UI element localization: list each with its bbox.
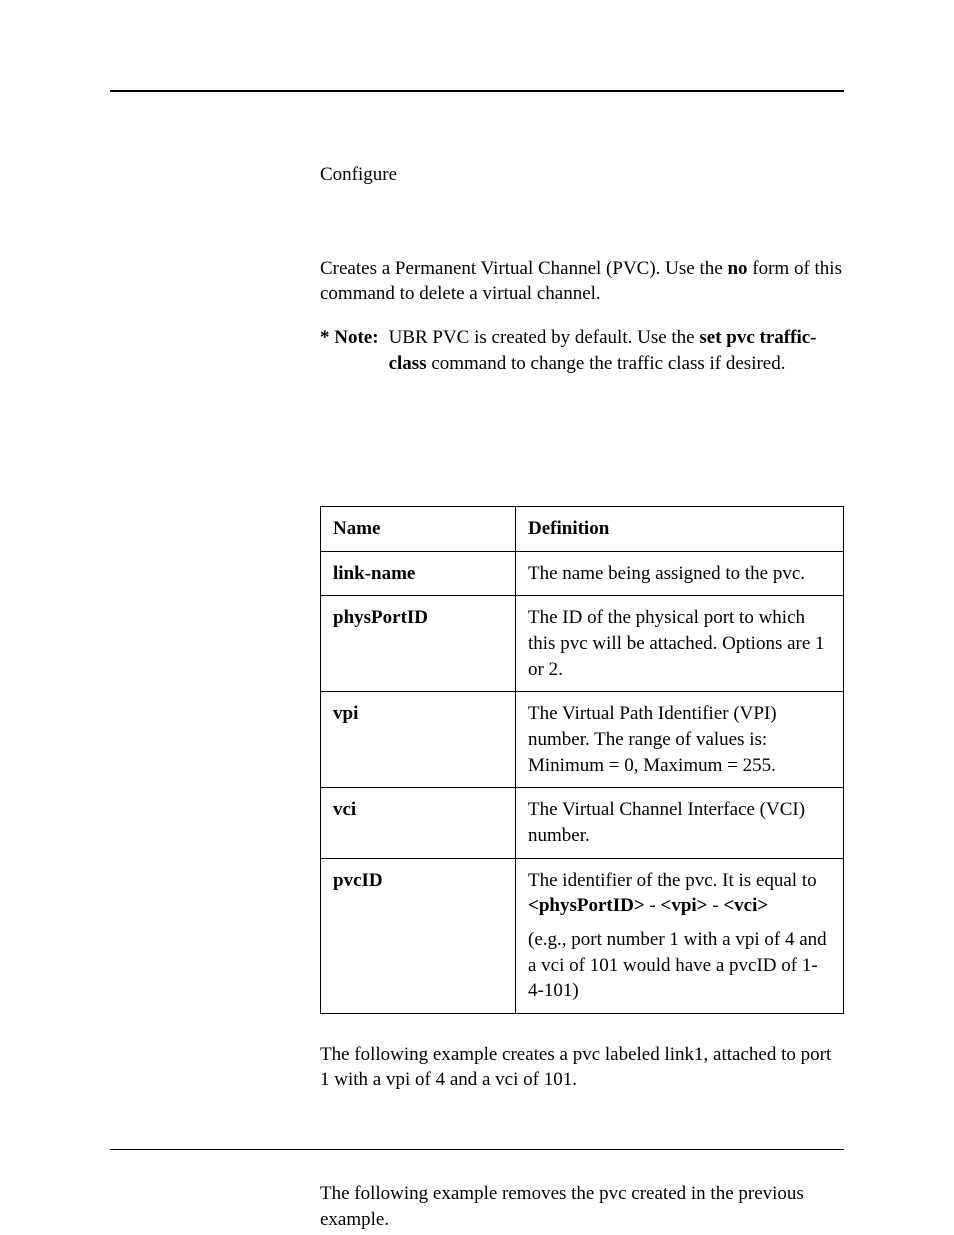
table-row: pvcID The identifier of the pvc. It is e… <box>321 858 844 1013</box>
cell-name: pvcID <box>321 858 516 1013</box>
cell-def: The Virtual Path Identifier (VPI) number… <box>516 692 844 788</box>
parameters-table: Name Definition link-name The name being… <box>320 506 844 1014</box>
cell-name: vci <box>321 788 516 858</box>
pvcid-b2: <vpi> <box>661 895 708 916</box>
table-row: physPortID The ID of the physical port t… <box>321 596 844 692</box>
intro-pre: Creates a Permanent Virtual Channel (PVC… <box>320 258 727 279</box>
header-name: Name <box>321 507 516 552</box>
note-block: * Note: UBR PVC is created by default. U… <box>320 325 844 376</box>
table-row: vci The Virtual Channel Interface (VCI) … <box>321 788 844 858</box>
example1-paragraph: The following example creates a pvc labe… <box>320 1042 844 1093</box>
intro-paragraph: Creates a Permanent Virtual Channel (PVC… <box>320 256 844 307</box>
mode-label: Configure <box>320 162 844 188</box>
pvcid-b1: <physPortID> <box>528 895 645 916</box>
note-text: UBR PVC is created by default. Use the s… <box>389 325 844 376</box>
table-row: link-name The name being assigned to the… <box>321 551 844 596</box>
bottom-rule <box>110 1149 844 1150</box>
cell-name: vpi <box>321 692 516 788</box>
note-label: * Note: <box>320 325 379 376</box>
content-column: Configure Creates a Permanent Virtual Ch… <box>320 162 844 1232</box>
intro-bold-no: no <box>727 258 747 279</box>
pvcid-pre: The identifier of the pvc. It is equal t… <box>528 870 817 891</box>
table-row: vpi The Virtual Path Identifier (VPI) nu… <box>321 692 844 788</box>
cell-def: The Virtual Channel Interface (VCI) numb… <box>516 788 844 858</box>
top-rule <box>110 90 844 92</box>
note-pre: UBR PVC is created by default. Use the <box>389 327 700 348</box>
pvcid-line2: (e.g., port number 1 with a vpi of 4 and… <box>528 927 831 1004</box>
cell-def: The identifier of the pvc. It is equal t… <box>516 858 844 1013</box>
table-header-row: Name Definition <box>321 507 844 552</box>
pvcid-line1: The identifier of the pvc. It is equal t… <box>528 868 831 919</box>
pvcid-b3: <vci> <box>723 895 768 916</box>
cell-name: link-name <box>321 551 516 596</box>
header-definition: Definition <box>516 507 844 552</box>
note-post: command to change the traffic class if d… <box>427 353 786 374</box>
pvcid-m2: - <box>708 895 724 916</box>
cell-name: physPortID <box>321 596 516 692</box>
example2-paragraph: The following example removes the pvc cr… <box>320 1181 844 1232</box>
pvcid-m1: - <box>645 895 661 916</box>
document-page: Configure Creates a Permanent Virtual Ch… <box>0 0 954 1235</box>
cell-def: The name being assigned to the pvc. <box>516 551 844 596</box>
cell-def: The ID of the physical port to which thi… <box>516 596 844 692</box>
